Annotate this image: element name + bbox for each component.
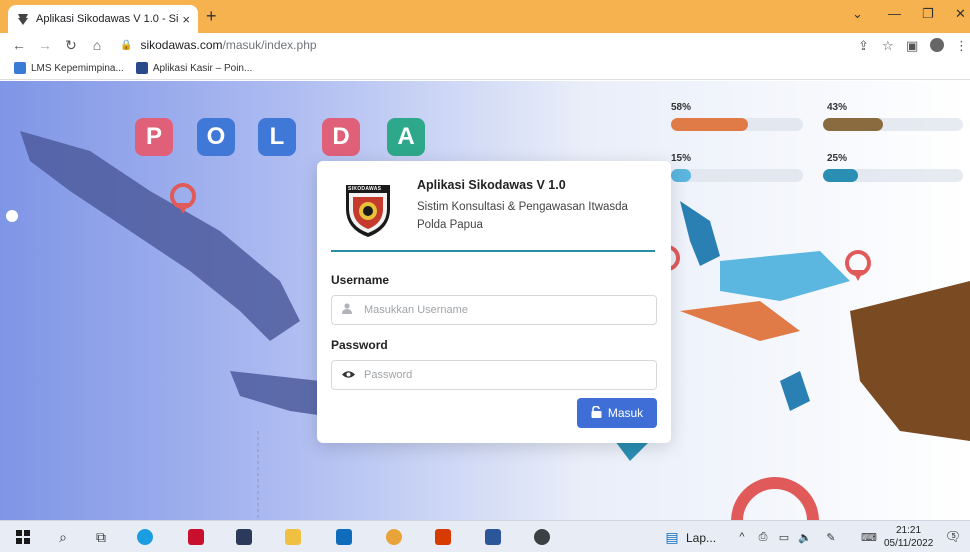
stat-bar — [823, 169, 963, 182]
office-icon[interactable] — [434, 528, 452, 546]
word-document-icon[interactable] — [484, 528, 502, 546]
chevron-up-icon[interactable]: ^ — [733, 528, 751, 546]
bookmark-kasir[interactable]: Aplikasi Kasir – Poin... — [135, 62, 253, 74]
hero-letter: O — [197, 118, 235, 156]
side-panel-icon[interactable]: ▣ — [906, 38, 918, 54]
username-label: Username — [331, 273, 390, 287]
speaker-icon[interactable]: 🔈 — [796, 528, 814, 546]
notification-count: 5 — [951, 533, 956, 540]
login-submit-button[interactable]: Masuk — [577, 398, 657, 428]
mail-icon[interactable] — [335, 528, 353, 546]
taskbar-app-label[interactable]: Lap... — [686, 531, 716, 545]
home-icon[interactable]: ⌂ — [90, 37, 104, 53]
back-icon[interactable]: ← — [12, 37, 26, 53]
login-card: SIKODAWAS Aplikasi Sikodawas V 1.0 Sisti… — [317, 161, 671, 443]
bookmark-lms[interactable]: LMS Kepemimpina... — [14, 62, 124, 74]
stat-label: 15% — [671, 153, 692, 164]
device-icon[interactable]: ⎙ — [754, 528, 772, 546]
tab-title: Aplikasi Sikodawas V 1.0 - Sistim — [36, 13, 179, 25]
profile-avatar[interactable] — [930, 38, 944, 52]
keyboard-icon[interactable]: ⌨ — [860, 528, 878, 546]
tab-search-icon[interactable]: ⌄ — [852, 6, 863, 22]
unlock-icon — [591, 405, 602, 421]
hero-letter: A — [387, 118, 425, 156]
menu-icon[interactable]: ⋮ — [955, 38, 968, 54]
submit-label: Masuk — [607, 406, 644, 420]
hero-letter: D — [322, 118, 360, 156]
stat-bar-fill — [823, 118, 884, 131]
notes-app-icon[interactable]: ▤ — [663, 528, 681, 546]
stat-bar — [823, 118, 963, 131]
kasir-icon — [135, 62, 148, 74]
eye-icon[interactable] — [342, 368, 356, 382]
lms-icon — [14, 62, 26, 74]
browser-tabbar: Aplikasi Sikodawas V 1.0 - Sistim × + ⌄ … — [0, 0, 970, 33]
url-field[interactable]: 🔒 sikodawas.com /masuk/index.php — [120, 36, 880, 54]
edge-icon[interactable] — [136, 528, 154, 546]
bookmark-label: Aplikasi Kasir – Poin... — [152, 62, 253, 74]
address-bar-row: ← → ↻ ⌂ 🔒 sikodawas.com /masuk/index.php… — [0, 33, 970, 57]
hero-letter: P — [135, 118, 173, 156]
calculator-icon[interactable] — [235, 528, 253, 546]
clock-date[interactable]: 05/11/2022 — [884, 538, 933, 549]
battery-icon[interactable]: ▭ — [775, 528, 793, 546]
login-page-background: P O L D A 58% 43% 15% 25% SIKODAWAS Apli… — [0, 81, 970, 520]
chrome-profile-icon[interactable] — [533, 528, 551, 546]
stat-bar-fill — [671, 118, 748, 131]
windows-taskbar: ⌕ ⧉ ▤ Lap... ^ ⎙ ▭ 🔈 ✎ ⌨ 21:21 05/11/202… — [0, 520, 970, 552]
password-label: Password — [331, 338, 388, 352]
password-input[interactable] — [364, 369, 644, 381]
search-icon[interactable]: ⌕ — [54, 528, 72, 546]
lock-icon: 🔒 — [120, 39, 133, 51]
stat-label: 43% — [827, 102, 848, 113]
mcafee-icon[interactable] — [187, 528, 205, 546]
file-explorer-icon[interactable] — [284, 528, 302, 546]
sikodawas-logo: SIKODAWAS — [343, 179, 393, 239]
username-field[interactable] — [331, 295, 657, 325]
shield-favicon-icon — [16, 12, 30, 26]
reload-icon[interactable]: ↻ — [64, 37, 78, 54]
stat-bar — [671, 118, 803, 131]
stat-bar — [671, 169, 803, 182]
app-subtitle: Sistim Konsultasi & Pengawasan Itwasda P… — [417, 201, 628, 231]
restore-icon[interactable]: ❐ — [922, 6, 934, 22]
task-view-icon[interactable]: ⧉ — [92, 528, 110, 546]
tab-close-icon[interactable]: × — [182, 12, 190, 27]
window-close-icon[interactable]: ✕ — [955, 6, 966, 22]
stat-bar-fill — [823, 169, 858, 182]
stat-label: 25% — [827, 153, 848, 164]
forward-icon[interactable]: → — [38, 37, 52, 53]
logo-text: SIKODAWAS — [348, 186, 382, 192]
stat-bar-fill — [671, 169, 691, 182]
clock-time[interactable]: 21:21 — [896, 525, 921, 536]
minimize-icon[interactable]: — — [888, 6, 901, 21]
notification-icon[interactable]: 🗨 5 — [944, 528, 962, 546]
password-field[interactable] — [331, 360, 657, 390]
username-input[interactable] — [364, 304, 644, 316]
hero-letter: L — [258, 118, 296, 156]
stat-label: 58% — [671, 102, 692, 113]
url-domain: sikodawas.com — [140, 38, 223, 52]
header-divider — [331, 250, 655, 252]
pen-icon[interactable]: ✎ — [822, 528, 840, 546]
bookmark-label: LMS Kepemimpina... — [31, 62, 124, 74]
url-path: /masuk/index.php — [222, 38, 317, 52]
chrome-icon[interactable] — [385, 528, 403, 546]
bookmarks-bar: LMS Kepemimpina... Aplikasi Kasir – Poin… — [0, 57, 970, 80]
browser-tab[interactable]: Aplikasi Sikodawas V 1.0 - Sistim × — [8, 5, 198, 33]
windows-start-icon[interactable] — [14, 528, 32, 546]
new-tab-button[interactable]: + — [206, 6, 217, 27]
app-title: Aplikasi Sikodawas V 1.0 — [417, 178, 566, 192]
share-icon[interactable]: ⇪ — [858, 38, 869, 54]
bookmark-star-icon[interactable]: ☆ — [882, 38, 894, 54]
user-icon — [342, 303, 356, 317]
